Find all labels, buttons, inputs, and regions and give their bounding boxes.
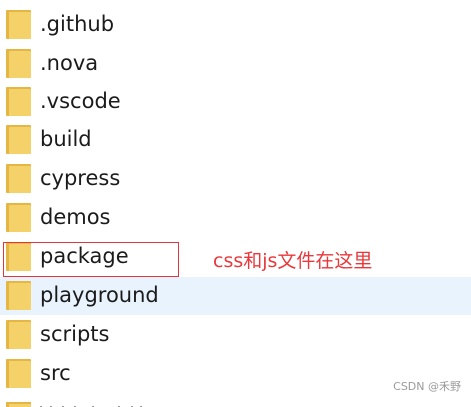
folder-row-build[interactable]: build (0, 121, 471, 159)
folder-name: build (40, 127, 92, 151)
folder-name: demos (40, 205, 111, 229)
folder-name: .github (40, 12, 115, 36)
folder-icon (6, 125, 31, 154)
folder-icon (6, 359, 31, 388)
folder-row-scripts[interactable]: scripts (0, 316, 471, 354)
folder-icon (6, 49, 31, 78)
annotation-text: css和js文件在这里 (213, 250, 373, 272)
folder-name: src (40, 361, 71, 385)
folder-name: scripts (40, 322, 110, 346)
folder-row-nova[interactable]: .nova (0, 45, 471, 83)
folder-row-playground[interactable]: playground (0, 277, 471, 315)
folder-row-demos[interactable]: demos (0, 199, 471, 237)
folder-icon (6, 320, 31, 349)
watermark: CSDN @禾野 (393, 380, 461, 393)
folder-icon (6, 164, 31, 193)
folder-name: .nova (40, 51, 99, 75)
folder-row-cypress[interactable]: cypress (0, 160, 471, 198)
folder-row-github[interactable]: .github (0, 6, 471, 44)
folder-icon (6, 10, 31, 39)
folder-icon (6, 87, 31, 116)
folder-row-vscode[interactable]: .vscode (0, 83, 471, 121)
file-explorer-screenshot: .github .nova .vscode build cypress demo… (0, 0, 471, 407)
folder-name: playground (40, 283, 159, 307)
folder-icon (6, 203, 31, 232)
folder-name: .vscode (40, 89, 121, 113)
cut-off-row (0, 396, 471, 407)
folder-name: cypress (40, 166, 121, 190)
folder-list: .github .nova .vscode build cypress demo… (0, 0, 471, 407)
folder-icon (6, 281, 31, 310)
package-highlight-box (3, 242, 179, 277)
